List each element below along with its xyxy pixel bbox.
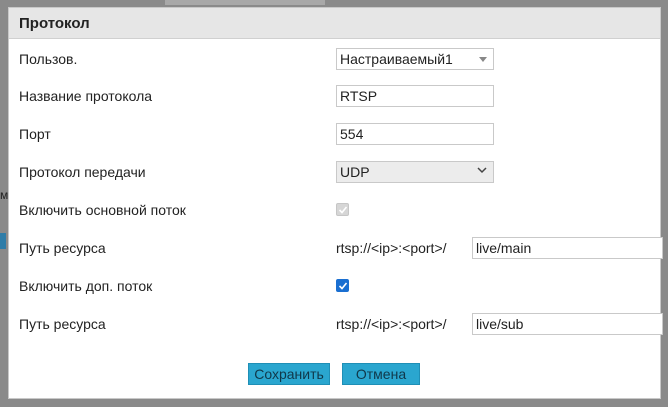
main-path-prefix: rtsp://<ip>:<port>/: [336, 240, 447, 256]
protocol-name-label: Название протокола: [19, 88, 153, 104]
port-label: Порт: [19, 126, 51, 142]
row-user: Пользов. Настраиваемый1: [19, 48, 649, 72]
row-sub-path: Путь ресурса rtsp://<ip>:<port>/ live/su…: [19, 313, 663, 337]
checkmark-icon: [338, 282, 348, 290]
main-stream-checkbox[interactable]: [336, 203, 349, 216]
row-protocol-name: Название протокола RTSP: [19, 85, 649, 109]
background-strip: [165, 0, 325, 5]
sub-path-prefix: rtsp://<ip>:<port>/: [336, 316, 447, 332]
dialog-title: Протокол: [19, 14, 90, 32]
row-sub-stream: Включить доп. поток: [19, 275, 649, 299]
dialog-header: Протокол: [9, 8, 660, 39]
row-main-stream: Включить основной поток: [19, 199, 649, 223]
cancel-button[interactable]: Отмена: [342, 363, 420, 385]
chevron-down-icon: [477, 164, 487, 179]
background-tab: [0, 233, 6, 249]
port-input[interactable]: 554: [336, 123, 494, 145]
row-port: Порт 554: [19, 123, 649, 147]
transport-select[interactable]: UDP: [336, 161, 494, 183]
main-path-label: Путь ресурса: [19, 240, 106, 256]
protocol-dialog: Протокол Пользов. Настраиваемый1 Названи…: [8, 7, 663, 399]
protocol-name-input[interactable]: RTSP: [336, 85, 494, 107]
transport-select-value: UDP: [340, 164, 370, 180]
caret-down-icon: [479, 57, 487, 62]
row-main-path: Путь ресурса rtsp://<ip>:<port>/ live/ma…: [19, 237, 663, 261]
transport-label: Протокол передачи: [19, 164, 146, 180]
checkmark-icon: [338, 206, 348, 214]
sub-path-input[interactable]: live/sub: [472, 313, 663, 335]
sub-stream-checkbox[interactable]: [336, 279, 349, 292]
user-label: Пользов.: [19, 51, 78, 67]
save-button[interactable]: Сохранить: [248, 363, 330, 385]
main-stream-label: Включить основной поток: [19, 202, 186, 218]
background-text: м: [0, 188, 9, 202]
user-select[interactable]: Настраиваемый1: [336, 48, 494, 70]
row-transport: Протокол передачи UDP: [19, 161, 649, 185]
sub-stream-label: Включить доп. поток: [19, 278, 153, 294]
user-select-value: Настраиваемый1: [340, 51, 453, 67]
main-path-input[interactable]: live/main: [472, 237, 663, 259]
sub-path-label: Путь ресурса: [19, 316, 106, 332]
